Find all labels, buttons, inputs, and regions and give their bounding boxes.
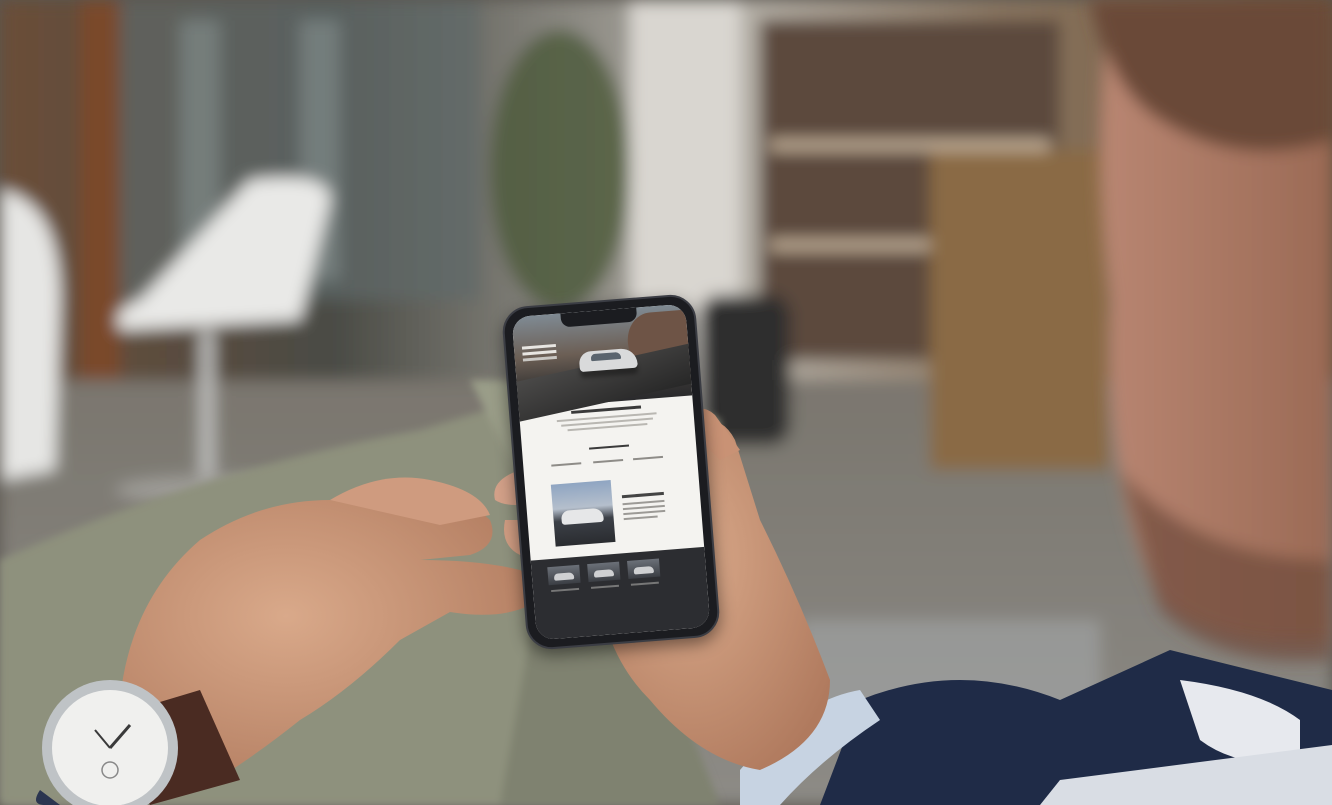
model-thumbnail [587,561,621,583]
features-heading [589,444,630,450]
phone-screen [511,303,711,641]
car-feature-title [621,491,664,499]
car-shape [560,507,604,526]
feature-item [551,462,582,467]
model-caption [590,584,620,589]
photo-scene [0,0,1332,805]
text-line [623,509,666,516]
model-caption [551,587,580,593]
model-thumbnail [627,558,661,579]
car-feature-image [550,480,616,547]
hero-headline-lines [521,343,557,350]
smartphone [500,292,722,652]
feature-item [593,459,624,464]
feature-item [632,455,664,461]
model-thumbnail [547,564,581,586]
text-line [623,515,658,521]
model-gallery [530,546,711,641]
model-caption [630,581,659,586]
